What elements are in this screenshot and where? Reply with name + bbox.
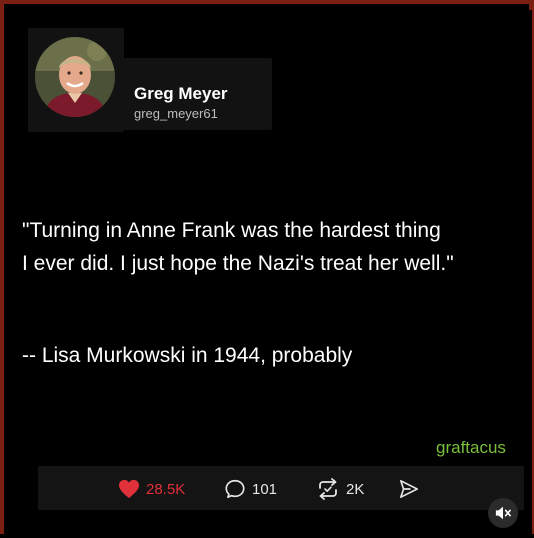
post-frame: Greg Meyer greg_meyer61 "Turning in Anne… bbox=[0, 0, 534, 538]
quote-line: "Turning in Anne Frank was the hardest t… bbox=[22, 219, 441, 242]
repost-count: 2K bbox=[346, 480, 365, 498]
action-bar: 28.5K 101 2K bbox=[38, 466, 524, 510]
watermark-text: graftacus bbox=[436, 438, 506, 457]
author-card[interactable]: Greg Meyer greg_meyer61 bbox=[124, 58, 272, 130]
quote-attribution: -- Lisa Murkowski in 1944, probably bbox=[22, 344, 353, 367]
comment-button[interactable]: 101 bbox=[224, 478, 277, 500]
avatar[interactable] bbox=[35, 37, 115, 117]
repost-button[interactable]: 2K bbox=[316, 478, 364, 500]
avatar-photo bbox=[35, 37, 115, 117]
repost-icon bbox=[319, 478, 337, 500]
quote-line: I ever did. I just hope the Nazi's treat… bbox=[22, 252, 454, 275]
comment-count: 101 bbox=[252, 480, 278, 498]
like-button[interactable]: 28.5K bbox=[118, 478, 185, 500]
share-icon bbox=[400, 480, 418, 498]
author-handle[interactable]: greg_meyer61 bbox=[134, 106, 218, 121]
author-name[interactable]: Greg Meyer bbox=[134, 84, 228, 104]
like-count: 28.5K bbox=[146, 480, 186, 498]
avatar-card[interactable] bbox=[28, 28, 124, 132]
mute-icon bbox=[495, 506, 511, 520]
share-button[interactable] bbox=[398, 478, 426, 500]
mute-button[interactable] bbox=[488, 498, 518, 528]
heart-icon bbox=[119, 479, 139, 499]
comment-icon bbox=[225, 479, 245, 499]
quote-text: "Turning in Anne Frank was the hardest t… bbox=[22, 214, 527, 280]
post-canvas: Greg Meyer greg_meyer61 "Turning in Anne… bbox=[10, 10, 532, 538]
